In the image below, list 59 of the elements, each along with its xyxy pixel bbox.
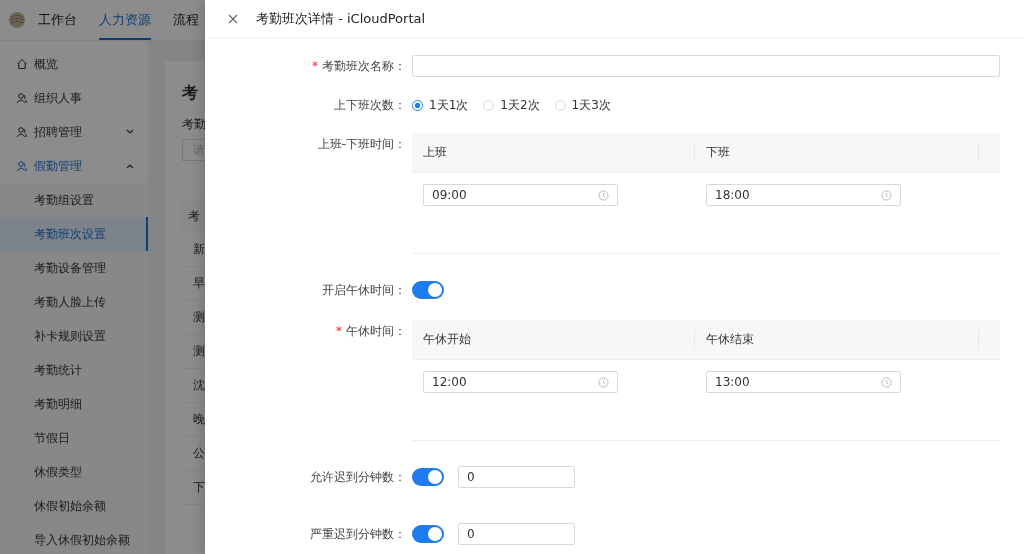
submenu-item[interactable]: 考勤班次设置 (0, 217, 148, 251)
field-label: 午休时间： (346, 324, 406, 338)
submenu-item[interactable]: 考勤人脸上传 (0, 285, 148, 319)
column-header: 上班 (423, 144, 447, 161)
radio-option[interactable]: 1天2次 (483, 96, 540, 114)
toggle-switch[interactable] (412, 468, 444, 486)
toggle-switch[interactable] (412, 281, 444, 299)
column-header: 午休结束 (706, 331, 754, 348)
time-field[interactable]: 12:00 (423, 371, 618, 393)
people-icon (16, 160, 28, 172)
field-label: 开启午休时间： (322, 283, 406, 297)
logo-icon (8, 11, 26, 29)
people-icon (16, 126, 28, 138)
chevron-down-icon (126, 129, 134, 135)
clock-icon (598, 189, 609, 201)
drawer-title: 考勤班次详情 - iCloudPortal (256, 9, 426, 28)
field-label: 上班-下班时间： (317, 137, 406, 151)
submenu-item[interactable]: 考勤统计 (0, 353, 148, 387)
menu-item[interactable]: 假勤管理 (0, 149, 148, 183)
home-icon (16, 58, 28, 70)
column-header: 下班 (706, 144, 730, 161)
field-label: 上下班次数： (334, 98, 406, 112)
required-mark: * (336, 324, 342, 338)
submenu-item[interactable]: 考勤组设置 (0, 183, 148, 217)
submenu-item[interactable]: 补卡规则设置 (0, 319, 148, 353)
number-field[interactable]: 0 (458, 523, 575, 545)
time-field[interactable]: 09:00 (423, 184, 618, 206)
submenu-item[interactable]: 考勤设备管理 (0, 251, 148, 285)
field-label: 考勤班次名称： (322, 59, 406, 73)
field-label: 严重迟到分钟数： (310, 527, 406, 541)
required-mark: * (312, 59, 318, 73)
menu-item[interactable]: 概览 (0, 47, 148, 81)
input-field[interactable] (412, 55, 1000, 77)
radio-option[interactable]: 1天3次 (554, 96, 611, 114)
toggle-switch[interactable] (412, 525, 444, 543)
close-icon[interactable] (228, 13, 238, 24)
menu-item[interactable]: 招聘管理 (0, 115, 148, 149)
number-field[interactable]: 0 (458, 466, 575, 488)
clock-icon (881, 189, 892, 201)
radio-button[interactable] (412, 99, 423, 111)
clock-icon (881, 376, 892, 388)
nav-tab[interactable]: 流程 (173, 0, 199, 40)
clock-icon (598, 376, 609, 388)
time-field[interactable]: 18:00 (706, 184, 901, 206)
people-icon (16, 92, 28, 104)
filter-label: 考勤 (182, 116, 207, 133)
menu-item[interactable]: 组织人事 (0, 81, 148, 115)
submenu-item[interactable]: 考勤明细 (0, 387, 148, 421)
submenu-item[interactable]: 节假日 (0, 421, 148, 455)
radio-option[interactable]: 1天1次 (412, 96, 469, 114)
page-title: 考 (182, 83, 199, 104)
chevron-up-icon (126, 163, 134, 169)
column-header: 午休开始 (423, 331, 471, 348)
time-field[interactable]: 13:00 (706, 371, 901, 393)
field-label: 允许迟到分钟数： (310, 470, 406, 484)
nav-tab[interactable]: 工作台 (38, 0, 77, 40)
submenu-item[interactable]: 导入休假初始余额 (0, 523, 148, 554)
submenu-item[interactable]: 休假类型 (0, 455, 148, 489)
submenu-item[interactable]: 休假初始余额 (0, 489, 148, 523)
